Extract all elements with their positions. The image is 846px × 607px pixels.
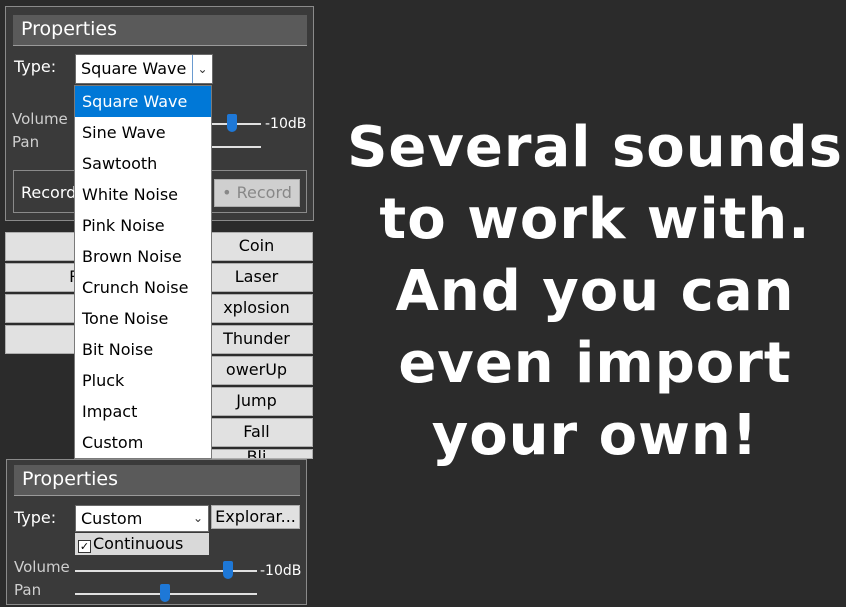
caption-line: Several sounds — [347, 115, 843, 180]
promo-caption: Several sounds to work with. And you can… — [345, 112, 845, 472]
top-pan-label: Pan — [12, 133, 40, 151]
caption-line: even import — [398, 331, 792, 396]
bottom-pan-slider-thumb[interactable] — [160, 584, 170, 602]
continuous-checkbox-row[interactable]: ✓ Continuous — [75, 533, 209, 555]
dropdown-option-pluck[interactable]: Pluck — [75, 365, 211, 396]
top-type-select[interactable]: Square Wave ⌄ — [75, 54, 213, 84]
top-properties-header: Properties — [13, 15, 307, 46]
dropdown-option-sawtooth[interactable]: Sawtooth — [75, 148, 211, 179]
bottom-properties-header: Properties — [14, 465, 300, 496]
bottom-type-select-value: Custom — [81, 509, 143, 528]
top-type-select-value: Square Wave — [81, 59, 187, 78]
checkbox-check-icon[interactable]: ✓ — [78, 540, 91, 553]
record-label: Record — [21, 183, 77, 202]
dropdown-option-impact[interactable]: Impact — [75, 396, 211, 427]
caption-line: your own! — [431, 403, 759, 468]
dropdown-option-tone-noise[interactable]: Tone Noise — [75, 303, 211, 334]
bottom-pan-label: Pan — [14, 581, 42, 599]
bottom-volume-db: -10dB — [260, 563, 302, 579]
dropdown-option-square-wave[interactable]: Square Wave — [75, 86, 211, 117]
bottom-properties-panel: Properties Type: Custom ⌄ Explorar... ✓ C… — [6, 459, 307, 605]
type-dropdown-list[interactable]: Square Wave Sine Wave Sawtooth White Noi… — [74, 85, 212, 459]
dropdown-option-sine-wave[interactable]: Sine Wave — [75, 117, 211, 148]
top-volume-db: -10dB — [265, 116, 307, 132]
bottom-volume-label: Volume — [14, 558, 70, 576]
caption-line: And you can — [395, 259, 795, 324]
top-volume-slider-thumb[interactable] — [227, 114, 237, 132]
dropdown-option-bit-noise[interactable]: Bit Noise — [75, 334, 211, 365]
continuous-label: Continuous — [93, 534, 184, 553]
bottom-type-label: Type: — [14, 508, 57, 527]
bottom-type-select[interactable]: Custom ⌄ — [75, 505, 209, 532]
record-button[interactable]: • Record — [214, 179, 300, 207]
dropdown-option-brown-noise[interactable]: Brown Noise — [75, 241, 211, 272]
caption-line: to work with. — [379, 187, 811, 252]
dropdown-option-white-noise[interactable]: White Noise — [75, 179, 211, 210]
top-pan-slider[interactable] — [211, 146, 261, 148]
dropdown-option-pink-noise[interactable]: Pink Noise — [75, 210, 211, 241]
top-volume-label: Volume — [12, 110, 68, 128]
dropdown-option-custom[interactable]: Custom — [75, 427, 211, 458]
dropdown-option-crunch-noise[interactable]: Crunch Noise — [75, 272, 211, 303]
chevron-down-icon[interactable]: ⌄ — [192, 55, 212, 83]
bottom-volume-slider-thumb[interactable] — [223, 561, 233, 579]
explorer-button[interactable]: Explorar... — [211, 505, 300, 529]
chevron-down-icon[interactable]: ⌄ — [188, 506, 208, 531]
top-type-label: Type: — [14, 57, 57, 76]
